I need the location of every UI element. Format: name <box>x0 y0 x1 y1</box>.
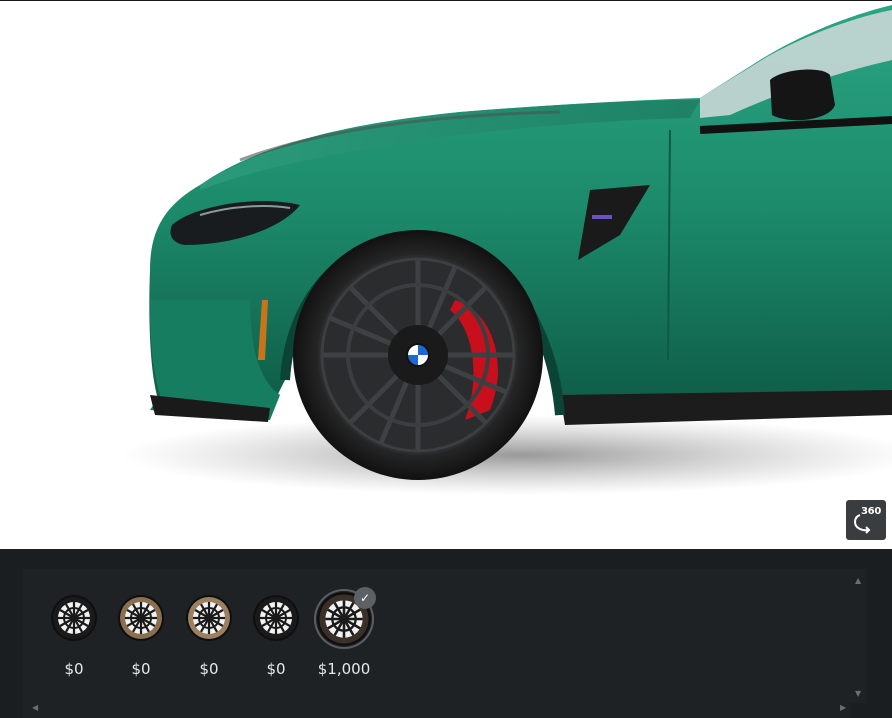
wheel-thumbnail <box>253 595 299 641</box>
wheel-option-2[interactable]: $0 <box>111 594 171 684</box>
checkmark-icon: ✓ <box>354 587 376 609</box>
wheel-option-3[interactable]: $0 <box>179 594 239 684</box>
rotate-360-label: 360 <box>861 506 881 517</box>
wheel-options-panel: ▲ ▼ ◀ ▶ $0 $0 $0 $0 $1,000 <box>0 549 892 718</box>
vertical-scrollbar[interactable] <box>851 569 867 703</box>
wheel-thumbnail <box>186 595 232 641</box>
wheel-thumbnail <box>118 595 164 641</box>
car-viewer[interactable]: 360 <box>0 0 892 549</box>
scroll-up-arrow-icon[interactable]: ▲ <box>855 577 861 585</box>
car-image <box>120 5 892 495</box>
scroll-down-arrow-icon[interactable]: ▼ <box>855 690 861 698</box>
rotate-360-button[interactable]: 360 <box>846 500 886 540</box>
wheel-thumbnail <box>51 595 97 641</box>
scroll-right-arrow-icon[interactable]: ▶ <box>840 704 846 712</box>
scroll-left-arrow-icon[interactable]: ◀ <box>32 704 38 712</box>
wheel-price: $1,000 <box>317 660 371 678</box>
wheel-option-1[interactable]: $0 <box>44 594 104 684</box>
wheel-option-4[interactable]: $0 <box>246 594 306 684</box>
